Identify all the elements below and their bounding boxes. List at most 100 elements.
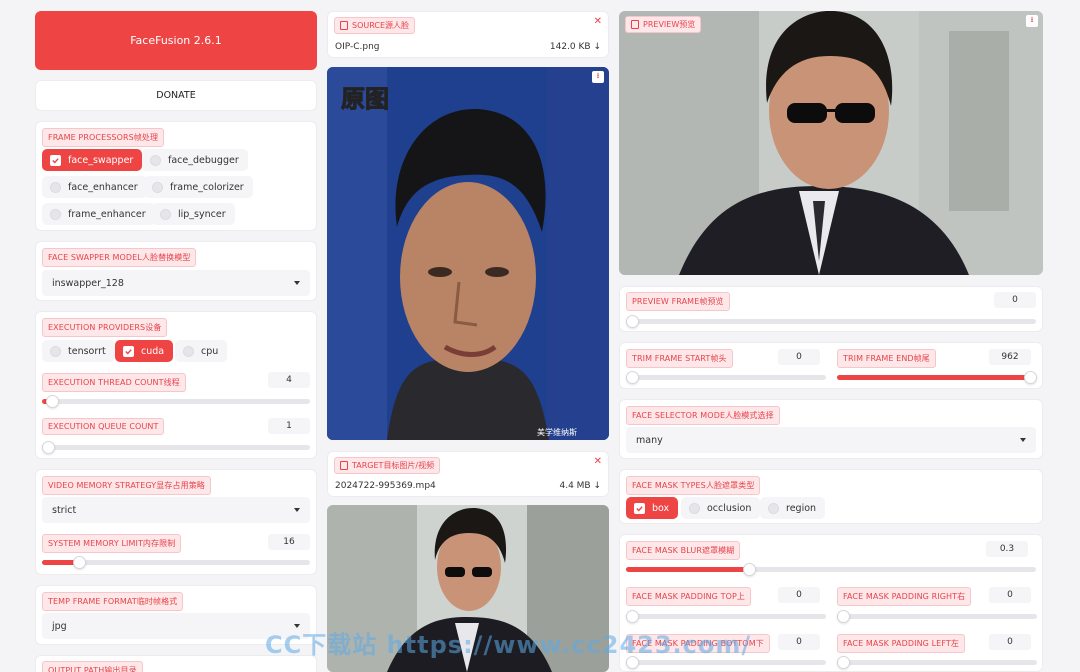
slider-handle[interactable] xyxy=(73,556,87,569)
source-file-row[interactable]: OIP-C.png 142.0 KB ↓ xyxy=(328,38,608,56)
select-value: many xyxy=(636,434,663,446)
trim-frame-start-input[interactable]: 0 xyxy=(778,349,820,365)
source-image: 原图 美学维纳斯 ⭳ xyxy=(327,67,609,440)
checkbox-face-enhancer[interactable]: face_enhancer xyxy=(42,176,147,198)
target-file-size[interactable]: 4.4 MB ↓ xyxy=(559,481,601,491)
slider-fill xyxy=(626,567,749,572)
face-mask-padding-right-label: FACE MASK PADDING RIGHT右 xyxy=(837,587,972,606)
checkbox-label: occlusion xyxy=(707,502,752,514)
checkbox-face-swapper[interactable]: face_swapper xyxy=(42,149,143,171)
face-mask-padding-right-input[interactable]: 0 xyxy=(989,587,1031,603)
preview-label-text: PREVIEW预览 xyxy=(643,20,696,29)
system-memory-limit-label: SYSTEM MEMORY LIMIT内存限制 xyxy=(42,534,182,553)
target-label: TARGET目标图片/视频 xyxy=(334,457,441,474)
slider-handle[interactable] xyxy=(1024,371,1037,384)
face-mask-blur-label: FACE MASK BLUR遮罩模糊 xyxy=(626,541,741,560)
preview-frame-slider[interactable] xyxy=(626,315,1036,328)
unchecked-circle-icon xyxy=(183,345,194,357)
slider-handle[interactable] xyxy=(626,315,639,328)
check-icon xyxy=(634,502,645,514)
face-mask-padding-top-slider[interactable] xyxy=(626,610,826,623)
checkbox-label: box xyxy=(652,502,670,514)
face-mask-padding-right-slider[interactable] xyxy=(837,610,1037,623)
face-mask-padding-top-input[interactable]: 0 xyxy=(778,587,820,603)
checkbox-frame-enhancer[interactable]: frame_enhancer xyxy=(42,203,155,225)
checkbox-label: face_enhancer xyxy=(68,181,138,193)
frame-processors-label: FRAME PROCESSORS帧处理 xyxy=(42,128,165,147)
slider-handle[interactable] xyxy=(42,441,55,454)
preview-frame-label: PREVIEW FRAME帧预览 xyxy=(626,292,730,311)
checkbox-label: cpu xyxy=(201,345,219,357)
trim-frame-start-slider[interactable] xyxy=(626,371,826,384)
execution-providers-label: EXECUTION PROVIDERS设备 xyxy=(42,318,168,337)
slider-handle[interactable] xyxy=(837,656,850,669)
checkbox-label: lip_syncer xyxy=(178,208,226,220)
checkbox-frame-colorizer[interactable]: frame_colorizer xyxy=(144,176,253,198)
facefusion-title-button[interactable]: FaceFusion 2.6.1 xyxy=(35,11,317,70)
checkbox-tensorrt[interactable]: tensorrt xyxy=(42,340,115,362)
preview-label: PREVIEW预览 xyxy=(625,16,702,33)
check-icon xyxy=(50,154,61,166)
download-icon[interactable]: ⭳ xyxy=(592,71,604,83)
checkbox-label: frame_colorizer xyxy=(170,181,244,193)
checkbox-face-debugger[interactable]: face_debugger xyxy=(142,149,248,171)
checkbox-cuda[interactable]: cuda xyxy=(115,340,174,362)
preview-frame-panel: PREVIEW FRAME帧预览 0 xyxy=(619,286,1043,332)
face-mask-padding-left-label: FACE MASK PADDING LEFT左 xyxy=(837,634,965,653)
slider-handle[interactable] xyxy=(837,610,850,623)
face-selector-mode-panel: FACE SELECTOR MODE人脸模式选择 many xyxy=(619,399,1043,459)
execution-thread-count-input[interactable]: 4 xyxy=(268,372,310,388)
source-file-panel: SOURCE源人脸 ✕ OIP-C.png 142.0 KB ↓ xyxy=(327,11,609,58)
trim-frame-end-input[interactable]: 962 xyxy=(989,349,1031,365)
close-icon[interactable]: ✕ xyxy=(594,16,602,27)
target-file-row[interactable]: 2024722-995369.mp4 4.4 MB ↓ xyxy=(328,477,608,495)
face-mask-padding-bottom-slider[interactable] xyxy=(626,656,826,669)
source-file-size[interactable]: 142.0 KB ↓ xyxy=(550,42,601,52)
face-mask-padding-left-slider[interactable] xyxy=(837,656,1037,669)
checkbox-region[interactable]: region xyxy=(760,497,826,519)
face-selector-mode-select[interactable]: many xyxy=(626,427,1036,453)
system-memory-limit-input[interactable]: 16 xyxy=(268,534,310,550)
face-mask-padding-left-input[interactable]: 0 xyxy=(989,634,1031,650)
slider-handle[interactable] xyxy=(742,563,756,576)
system-memory-limit-slider[interactable] xyxy=(42,556,310,569)
face-mask-blur-input[interactable]: 0.3 xyxy=(986,541,1028,557)
target-label-text: TARGET目标图片/视频 xyxy=(352,461,435,470)
slider-handle[interactable] xyxy=(46,395,60,408)
preview-frame-input[interactable]: 0 xyxy=(994,292,1036,308)
temp-frame-format-label: TEMP FRAME FORMAT临时帧格式 xyxy=(42,592,184,611)
slider-handle[interactable] xyxy=(626,371,639,384)
file-icon xyxy=(340,21,348,30)
checkbox-occlusion[interactable]: occlusion xyxy=(681,497,761,519)
face-mask-blur-slider[interactable] xyxy=(626,563,1036,576)
face-mask-types-label: FACE MASK TYPES人脸遮罩类型 xyxy=(626,476,761,495)
execution-queue-count-label: EXECUTION QUEUE COUNT xyxy=(42,418,165,435)
source-image-watermark: 美学维纳斯 xyxy=(537,427,577,437)
unchecked-circle-icon xyxy=(689,502,700,514)
check-icon xyxy=(123,345,134,357)
caret-down-icon xyxy=(1020,438,1026,442)
checkbox-cpu[interactable]: cpu xyxy=(175,340,228,362)
video-memory-strategy-select[interactable]: strict xyxy=(42,497,310,523)
face-mask-padding-bottom-input[interactable]: 0 xyxy=(778,634,820,650)
trim-frame-panel: TRIM FRAME START帧头 0 TRIM FRAME END帧尾 96… xyxy=(619,342,1043,389)
execution-queue-count-input[interactable]: 1 xyxy=(268,418,310,434)
donate-button[interactable]: DONATE xyxy=(35,80,317,111)
close-icon[interactable]: ✕ xyxy=(594,456,602,467)
download-icon[interactable]: ⭳ xyxy=(1026,15,1038,27)
trim-frame-end-label: TRIM FRAME END帧尾 xyxy=(837,349,936,368)
unchecked-circle-icon xyxy=(150,154,161,166)
face-mask-types-panel: FACE MASK TYPES人脸遮罩类型 box occlusion regi… xyxy=(619,469,1043,524)
unchecked-circle-icon xyxy=(50,181,61,193)
slider-handle[interactable] xyxy=(626,610,639,623)
execution-thread-count-slider[interactable] xyxy=(42,395,310,408)
execution-queue-count-slider[interactable] xyxy=(42,441,310,454)
trim-frame-end-slider[interactable] xyxy=(837,371,1037,384)
preview-frame-image xyxy=(619,11,1043,275)
face-swapper-model-select[interactable]: inswapper_128 xyxy=(42,270,310,296)
select-value: strict xyxy=(52,504,77,516)
checkbox-lip-syncer[interactable]: lip_syncer xyxy=(152,203,235,225)
face-swapper-model-label: FACE SWAPPER MODEL人脸替换模型 xyxy=(42,248,197,267)
checkbox-box[interactable]: box xyxy=(626,497,679,519)
slider-fill xyxy=(837,375,1031,380)
